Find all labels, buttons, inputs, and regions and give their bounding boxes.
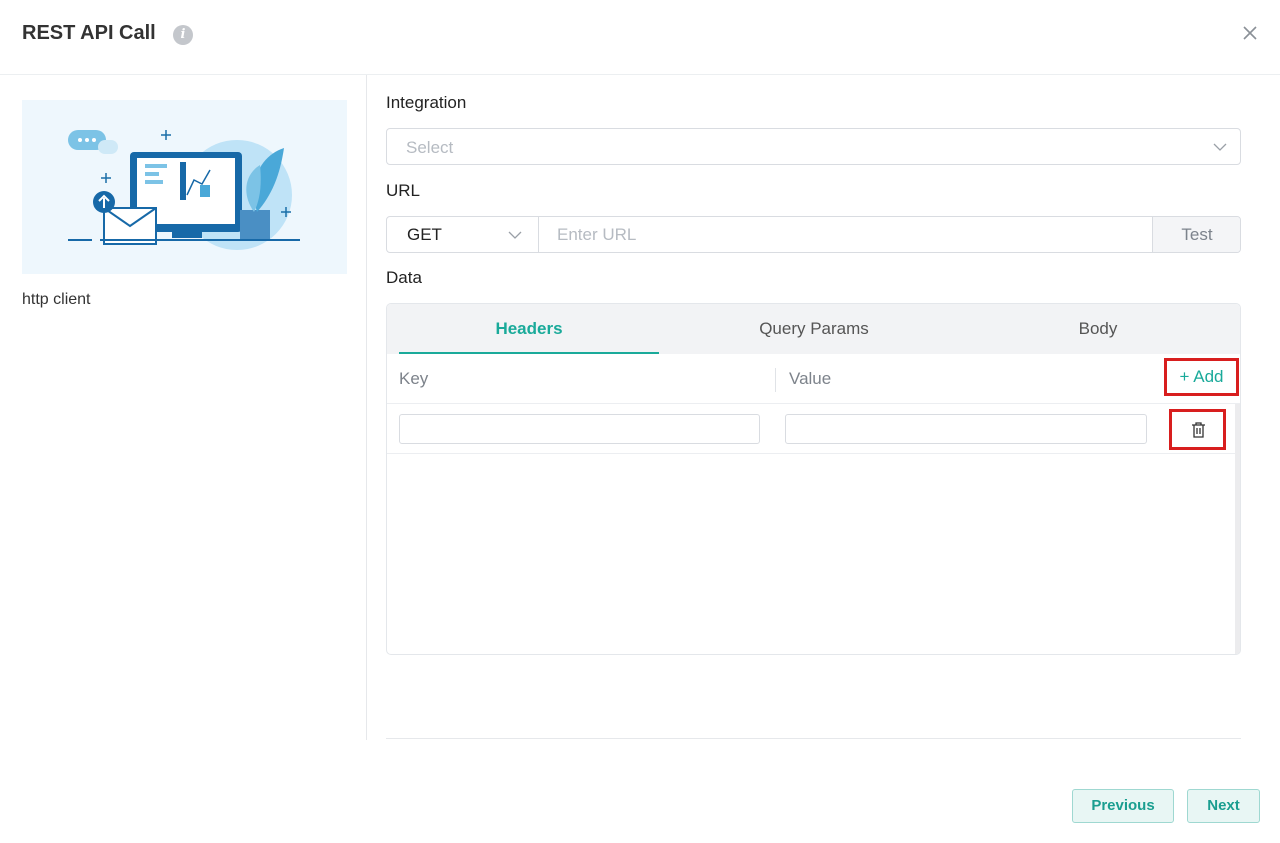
footer-divider bbox=[386, 738, 1241, 739]
previous-button[interactable]: Previous bbox=[1072, 789, 1174, 823]
table-row bbox=[387, 404, 1235, 454]
chevron-down-icon bbox=[1213, 143, 1227, 151]
value-column-header: Value bbox=[789, 369, 832, 388]
info-icon[interactable]: i bbox=[173, 25, 193, 45]
url-input[interactable] bbox=[539, 217, 1152, 252]
method-value: GET bbox=[407, 225, 442, 244]
header-value-input[interactable] bbox=[785, 414, 1147, 444]
app-sidebar: http client bbox=[0, 75, 367, 740]
url-label: URL bbox=[386, 181, 421, 200]
kv-table-header: Key Value + Add bbox=[387, 354, 1240, 404]
data-panel: Headers Query Params Body Key Value + Ad… bbox=[386, 303, 1241, 655]
trash-icon bbox=[1192, 422, 1205, 438]
delete-row-button[interactable] bbox=[1169, 409, 1226, 450]
integration-label: Integration bbox=[386, 93, 467, 112]
key-column-header: Key bbox=[399, 369, 429, 388]
scrollbar[interactable] bbox=[1235, 404, 1240, 654]
add-header-button[interactable]: + Add bbox=[1164, 358, 1239, 396]
next-button[interactable]: Next bbox=[1187, 789, 1260, 823]
http-client-illustration bbox=[22, 100, 347, 274]
dialog-title: REST API Call bbox=[22, 22, 156, 44]
test-button[interactable]: Test bbox=[1152, 217, 1240, 252]
method-select[interactable]: GET bbox=[387, 217, 539, 252]
column-divider bbox=[775, 368, 776, 392]
integration-select-placeholder: Select bbox=[406, 138, 454, 157]
integration-select[interactable]: Select bbox=[386, 128, 1241, 165]
header-key-input[interactable] bbox=[399, 414, 760, 444]
tab-headers[interactable]: Headers bbox=[399, 304, 659, 354]
chevron-down-icon bbox=[508, 231, 522, 239]
url-row: GET Test bbox=[386, 216, 1241, 253]
close-icon[interactable] bbox=[1239, 22, 1261, 44]
tab-query-params[interactable]: Query Params bbox=[684, 304, 944, 354]
tab-body[interactable]: Body bbox=[968, 304, 1228, 354]
data-tabbar: Headers Query Params Body bbox=[387, 304, 1240, 354]
dialog-header: REST API Call i bbox=[0, 0, 1280, 75]
data-label: Data bbox=[386, 268, 422, 287]
app-name: http client bbox=[22, 291, 91, 308]
